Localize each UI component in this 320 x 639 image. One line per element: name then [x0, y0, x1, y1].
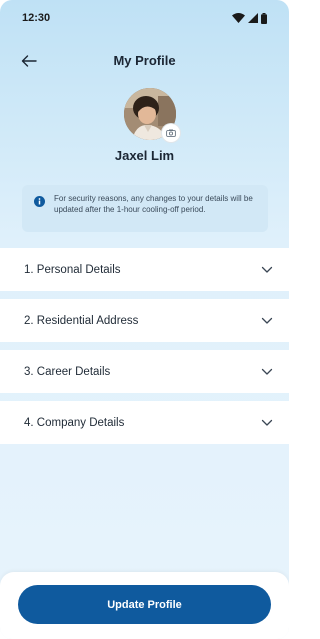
arrow-left-icon — [21, 55, 37, 67]
section-label: 4. Company Details — [24, 416, 125, 429]
section-personal-details[interactable]: 1. Personal Details — [0, 248, 289, 291]
status-time: 12:30 — [22, 12, 51, 24]
footer-panel: Update Profile — [0, 572, 289, 639]
section-residential-address[interactable]: 2. Residential Address — [0, 299, 289, 342]
section-label: 3. Career Details — [24, 365, 111, 378]
chevron-down-icon — [261, 419, 273, 426]
notice-text: For security reasons, any changes to you… — [54, 194, 253, 214]
page-title: My Profile — [113, 52, 176, 68]
section-label: 1. Personal Details — [24, 263, 121, 276]
user-name: Jaxel Lim — [114, 148, 175, 163]
chevron-down-icon — [261, 317, 273, 324]
status-icons — [232, 12, 267, 24]
wifi-icon — [232, 13, 245, 23]
camera-icon — [166, 129, 176, 137]
header: My Profile — [0, 40, 289, 80]
back-button[interactable] — [18, 50, 40, 72]
chevron-down-icon — [261, 266, 273, 273]
section-career-details[interactable]: 3. Career Details — [0, 350, 289, 393]
change-photo-button[interactable] — [162, 124, 180, 142]
avatar-container — [124, 88, 180, 142]
profile-screen: 12:30 My Profile Jaxel Lim For security … — [0, 0, 289, 639]
section-company-details[interactable]: 4. Company Details — [0, 401, 289, 444]
battery-icon — [261, 12, 267, 24]
chevron-down-icon — [261, 368, 273, 375]
security-notice: For security reasons, any changes to you… — [22, 185, 268, 232]
update-profile-button[interactable]: Update Profile — [18, 585, 271, 624]
section-label: 2. Residential Address — [24, 314, 139, 327]
status-bar: 12:30 — [0, 0, 289, 36]
signal-icon — [248, 13, 258, 23]
info-icon — [34, 196, 45, 207]
